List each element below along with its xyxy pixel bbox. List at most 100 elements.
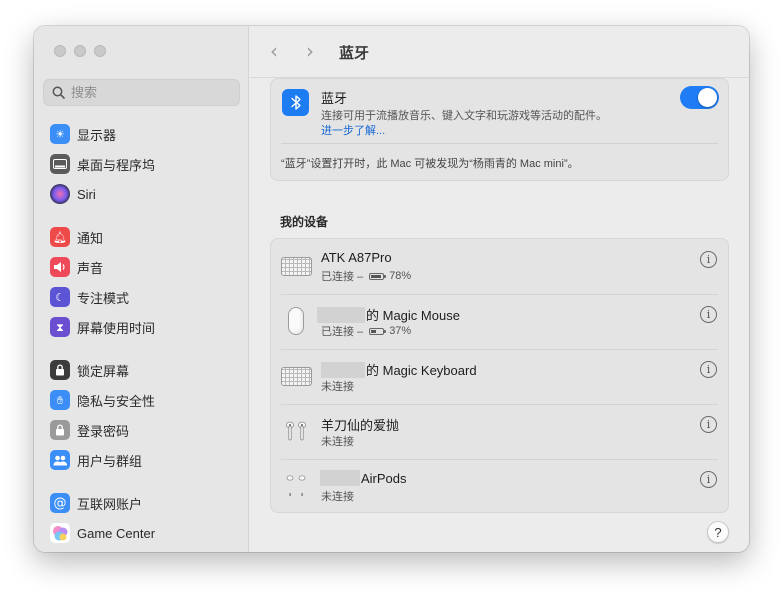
devices-card: ATK A87Pro 已连接 – 78% i 的 Magic Mouse 已连接… (270, 238, 729, 513)
discoverable-note: “蓝牙”设置打开时，此 Mac 可被发现为“杨雨青的 Mac mini”。 (281, 158, 579, 170)
sidebar-item-label: 登录密码 (77, 423, 130, 439)
help-button[interactable]: ? (707, 521, 729, 543)
sidebar-item-displays[interactable]: ☀ 显示器 (50, 122, 116, 146)
device-row[interactable]: 的 Magic Keyboard 未连接 i (271, 349, 728, 404)
device-status: 未连接 (321, 436, 354, 448)
sidebar-item-label: 隐私与安全性 (77, 393, 156, 409)
info-button[interactable]: i (700, 361, 717, 378)
display-icon: ☀ (50, 124, 70, 144)
device-name: ATK A87Pro (321, 250, 392, 265)
sidebar-item-focus[interactable]: ☾ 专注模式 (50, 285, 129, 309)
sidebar-item-label: 专注模式 (77, 290, 130, 306)
search-input[interactable] (71, 85, 221, 100)
sidebar-item-label: Game Center (77, 525, 156, 541)
sidebar-item-screen-time[interactable]: ⧗ 屏幕使用时间 (50, 315, 155, 339)
device-name: 的 Magic Keyboard (321, 360, 477, 379)
bluetooth-icon (282, 89, 309, 116)
toggle-knob (698, 88, 717, 107)
minimize-window-button[interactable] (74, 45, 86, 57)
device-row[interactable]: AirPods 未连接 i (271, 459, 728, 514)
search-field[interactable] (43, 79, 240, 106)
divider (281, 459, 718, 460)
sidebar-item-label: 互联网账户 (77, 496, 143, 512)
settings-window: ☀ 显示器 桌面与程序坞 Siri 🔔︎ 通知 声音 (34, 26, 749, 552)
at-icon: @ (50, 493, 70, 513)
device-row[interactable]: 羊刀仙的爱抛 未连接 i (271, 404, 728, 459)
window-controls (54, 45, 106, 57)
sidebar-item-lock-screen[interactable]: 锁定屏幕 (50, 358, 129, 382)
speaker-icon (50, 257, 70, 277)
keyboard-icon (280, 361, 312, 391)
sidebar-item-label: 显示器 (77, 127, 117, 143)
sidebar-item-users-groups[interactable]: 用户与群组 (50, 448, 142, 472)
sidebar-item-internet-accounts[interactable]: @ 互联网账户 (50, 491, 142, 515)
close-window-button[interactable] (54, 45, 66, 57)
device-status: 未连接 (321, 491, 354, 503)
sidebar-item-label: 通知 (77, 230, 104, 246)
device-status: 未连接 (321, 381, 354, 393)
device-name: 的 Magic Mouse (317, 305, 460, 324)
sidebar-item-desktop-dock[interactable]: 桌面与程序坞 (50, 152, 155, 176)
bluetooth-description: 连接可用于流播放音乐、键入文字和玩游戏等活动的配件。 (321, 110, 607, 122)
main-panel: ‹ › 蓝牙 蓝牙 连接可用于流播放音乐、键入文字和玩游戏等活动的配件。 进一步… (250, 26, 749, 552)
sidebar-item-label: Siri (77, 186, 96, 202)
airpods-icon (280, 471, 312, 501)
hourglass-icon: ⧗ (50, 317, 70, 337)
bluetooth-card: 蓝牙 连接可用于流播放音乐、键入文字和玩游戏等活动的配件。 进一步了解... “… (270, 78, 729, 181)
sidebar-item-game-center[interactable]: Game Center (50, 521, 155, 545)
device-status: 已连接 – 37% (321, 325, 412, 338)
redacted-owner (321, 361, 365, 378)
sidebar-item-label: 屏幕使用时间 (77, 320, 156, 336)
zoom-window-button[interactable] (94, 45, 106, 57)
moon-icon: ☾ (50, 287, 70, 307)
info-button[interactable]: i (700, 306, 717, 323)
sidebar-item-label: 用户与群组 (77, 453, 143, 469)
device-name: AirPods (320, 470, 407, 486)
game-center-icon (50, 523, 70, 543)
info-button[interactable]: i (700, 251, 717, 268)
lock-icon (50, 420, 70, 440)
sidebar-item-notifications[interactable]: 🔔︎ 通知 (50, 225, 103, 249)
siri-icon (50, 184, 70, 204)
keyboard-icon (280, 251, 312, 281)
lock-screen-icon (50, 360, 70, 380)
sidebar-item-login-password[interactable]: 登录密码 (50, 418, 129, 442)
battery-icon (369, 272, 387, 280)
info-button[interactable]: i (700, 471, 717, 488)
my-devices-heading: 我的设备 (280, 215, 329, 229)
sidebar-item-label: 锁定屏幕 (77, 363, 130, 379)
battery-level: 78% (389, 270, 412, 282)
mouse-icon (280, 306, 312, 336)
hand-icon: ✋︎ (50, 390, 70, 410)
battery-level: 37% (389, 325, 412, 337)
divider (281, 143, 718, 144)
sidebar: ☀ 显示器 桌面与程序坞 Siri 🔔︎ 通知 声音 (34, 26, 249, 552)
sidebar-item-siri[interactable]: Siri (50, 182, 96, 206)
learn-more-link[interactable]: 进一步了解... (321, 122, 385, 138)
airpods-icon (280, 417, 312, 447)
device-row[interactable]: 的 Magic Mouse 已连接 – 37% i (271, 294, 728, 349)
device-row[interactable]: ATK A87Pro 已连接 – 78% i (271, 239, 728, 294)
divider (281, 349, 718, 350)
sidebar-item-privacy[interactable]: ✋︎ 隐私与安全性 (50, 388, 155, 412)
info-button[interactable]: i (700, 416, 717, 433)
redacted-owner (320, 470, 360, 486)
bluetooth-title: 蓝牙 (321, 91, 348, 106)
sidebar-item-sound[interactable]: 声音 (50, 255, 103, 279)
back-button[interactable]: ‹ (270, 39, 278, 63)
sidebar-item-label: 声音 (77, 260, 104, 276)
bluetooth-toggle[interactable] (680, 86, 719, 109)
battery-icon (369, 327, 387, 335)
sidebar-item-label: 桌面与程序坞 (77, 157, 156, 173)
users-icon (50, 450, 70, 470)
device-status: 已连接 – 78% (321, 270, 412, 283)
page-title: 蓝牙 (339, 45, 370, 62)
redacted-owner (317, 306, 365, 323)
toolbar: ‹ › 蓝牙 (250, 26, 749, 78)
divider (281, 294, 718, 295)
forward-button[interactable]: › (306, 39, 314, 63)
search-icon (52, 86, 65, 99)
divider (281, 404, 718, 405)
dock-icon (50, 154, 70, 174)
notification-bell-icon: 🔔︎ (50, 227, 70, 247)
